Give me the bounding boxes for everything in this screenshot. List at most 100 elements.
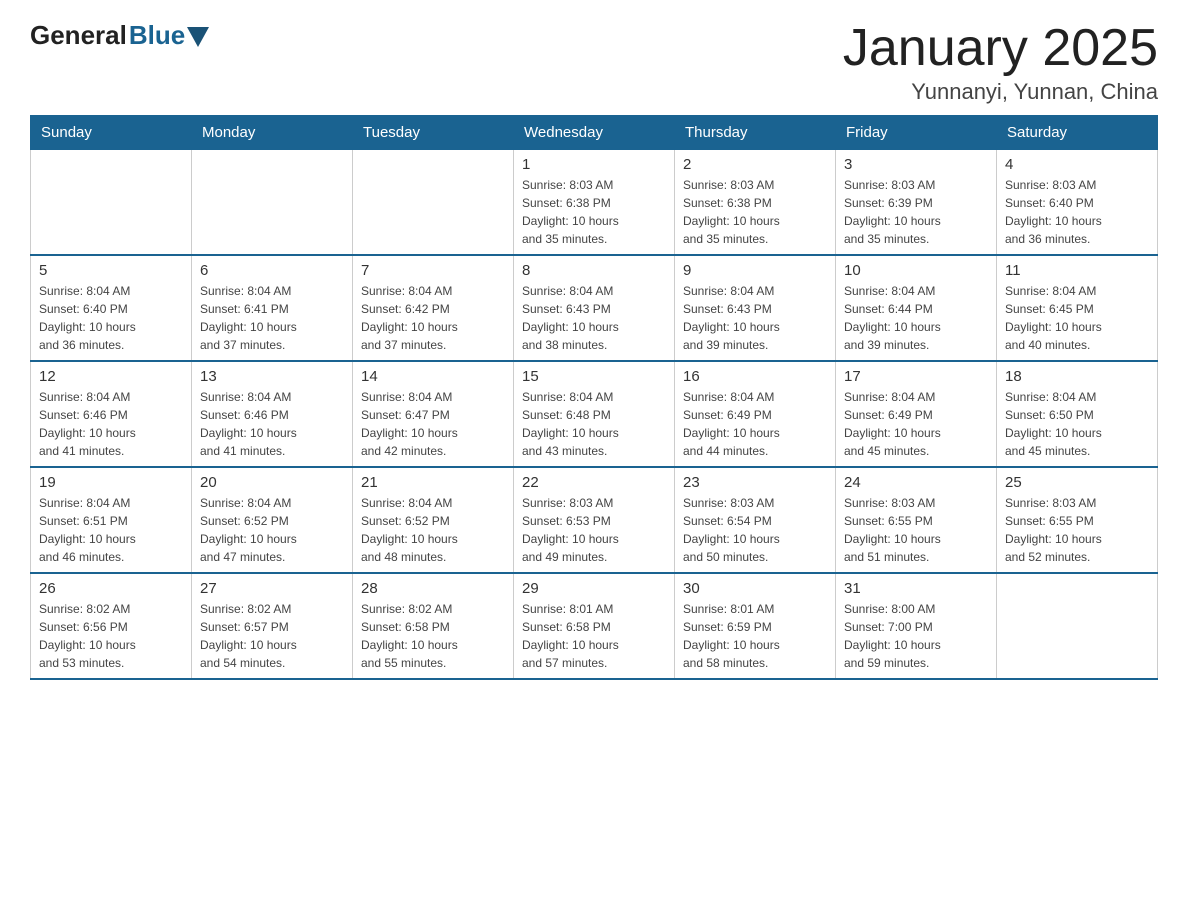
day-info: Sunrise: 8:04 AMSunset: 6:46 PMDaylight:… (39, 388, 183, 460)
day-info: Sunrise: 8:03 AMSunset: 6:38 PMDaylight:… (683, 176, 827, 248)
calendar-cell: 21 Sunrise: 8:04 AMSunset: 6:52 PMDayligh… (353, 467, 514, 573)
calendar-cell: 11 Sunrise: 8:04 AMSunset: 6:45 PMDayligh… (997, 255, 1158, 361)
day-info: Sunrise: 8:02 AMSunset: 6:56 PMDaylight:… (39, 600, 183, 672)
title-block: January 2025 Yunnanyi, Yunnan, China (843, 20, 1158, 105)
calendar-cell: 18 Sunrise: 8:04 AMSunset: 6:50 PMDayligh… (997, 361, 1158, 467)
day-number: 18 (1005, 368, 1149, 385)
calendar-cell: 24 Sunrise: 8:03 AMSunset: 6:55 PMDayligh… (836, 467, 997, 573)
calendar-week-row: 19 Sunrise: 8:04 AMSunset: 6:51 PMDayligh… (31, 467, 1158, 573)
day-info: Sunrise: 8:04 AMSunset: 6:44 PMDaylight:… (844, 282, 988, 354)
calendar-cell: 26 Sunrise: 8:02 AMSunset: 6:56 PMDayligh… (31, 573, 192, 679)
calendar-cell: 29 Sunrise: 8:01 AMSunset: 6:58 PMDayligh… (514, 573, 675, 679)
day-of-week-header: Monday (192, 116, 353, 150)
day-info: Sunrise: 8:04 AMSunset: 6:47 PMDaylight:… (361, 388, 505, 460)
logo: General Blue (30, 20, 209, 51)
day-info: Sunrise: 8:01 AMSunset: 6:59 PMDaylight:… (683, 600, 827, 672)
logo-general-text: General (30, 20, 127, 51)
logo-triangle-icon (187, 27, 209, 49)
month-title: January 2025 (843, 20, 1158, 77)
day-number: 12 (39, 368, 183, 385)
day-info: Sunrise: 8:04 AMSunset: 6:43 PMDaylight:… (683, 282, 827, 354)
calendar-cell: 12 Sunrise: 8:04 AMSunset: 6:46 PMDayligh… (31, 361, 192, 467)
day-number: 7 (361, 262, 505, 279)
calendar-cell: 16 Sunrise: 8:04 AMSunset: 6:49 PMDayligh… (675, 361, 836, 467)
day-info: Sunrise: 8:04 AMSunset: 6:42 PMDaylight:… (361, 282, 505, 354)
day-info: Sunrise: 8:03 AMSunset: 6:54 PMDaylight:… (683, 494, 827, 566)
logo-icon-wrapper: Blue (127, 20, 209, 51)
day-number: 26 (39, 580, 183, 597)
day-info: Sunrise: 8:03 AMSunset: 6:38 PMDaylight:… (522, 176, 666, 248)
day-number: 21 (361, 474, 505, 491)
calendar-cell: 20 Sunrise: 8:04 AMSunset: 6:52 PMDayligh… (192, 467, 353, 573)
calendar-cell: 3Sunrise: 8:03 AMSunset: 6:39 PMDaylight… (836, 150, 997, 256)
day-number: 19 (39, 474, 183, 491)
day-info: Sunrise: 8:02 AMSunset: 6:58 PMDaylight:… (361, 600, 505, 672)
day-number: 28 (361, 580, 505, 597)
day-info: Sunrise: 8:04 AMSunset: 6:50 PMDaylight:… (1005, 388, 1149, 460)
day-info: Sunrise: 8:04 AMSunset: 6:51 PMDaylight:… (39, 494, 183, 566)
day-info: Sunrise: 8:04 AMSunset: 6:40 PMDaylight:… (39, 282, 183, 354)
calendar-week-row: 12 Sunrise: 8:04 AMSunset: 6:46 PMDayligh… (31, 361, 1158, 467)
day-info: Sunrise: 8:04 AMSunset: 6:43 PMDaylight:… (522, 282, 666, 354)
day-info: Sunrise: 8:04 AMSunset: 6:45 PMDaylight:… (1005, 282, 1149, 354)
day-number: 17 (844, 368, 988, 385)
day-info: Sunrise: 8:04 AMSunset: 6:49 PMDaylight:… (844, 388, 988, 460)
day-of-week-header: Thursday (675, 116, 836, 150)
day-of-week-header: Sunday (31, 116, 192, 150)
day-info: Sunrise: 8:04 AMSunset: 6:41 PMDaylight:… (200, 282, 344, 354)
calendar-cell: 7 Sunrise: 8:04 AMSunset: 6:42 PMDaylight… (353, 255, 514, 361)
calendar-cell: 27 Sunrise: 8:02 AMSunset: 6:57 PMDayligh… (192, 573, 353, 679)
calendar-cell: 14Sunrise: 8:04 AMSunset: 6:47 PMDayligh… (353, 361, 514, 467)
day-number: 5 (39, 262, 183, 279)
day-info: Sunrise: 8:01 AMSunset: 6:58 PMDaylight:… (522, 600, 666, 672)
day-info: Sunrise: 8:04 AMSunset: 6:52 PMDaylight:… (361, 494, 505, 566)
calendar-cell: 23 Sunrise: 8:03 AMSunset: 6:54 PMDayligh… (675, 467, 836, 573)
header-row: SundayMondayTuesdayWednesdayThursdayFrid… (31, 116, 1158, 150)
calendar-cell: 4Sunrise: 8:03 AMSunset: 6:40 PMDaylight… (997, 150, 1158, 256)
calendar-body: 1 Sunrise: 8:03 AMSunset: 6:38 PMDaylight… (31, 150, 1158, 680)
calendar-cell: 8 Sunrise: 8:04 AMSunset: 6:43 PMDaylight… (514, 255, 675, 361)
day-info: Sunrise: 8:03 AMSunset: 6:55 PMDaylight:… (844, 494, 988, 566)
logo-blue-text: Blue (129, 20, 185, 51)
day-info: Sunrise: 8:04 AMSunset: 6:52 PMDaylight:… (200, 494, 344, 566)
day-info: Sunrise: 8:03 AMSunset: 6:39 PMDaylight:… (844, 176, 988, 248)
calendar-cell (192, 150, 353, 256)
day-number: 10 (844, 262, 988, 279)
page-header: General Blue January 2025 Yunnanyi, Yunn… (30, 20, 1158, 105)
calendar-cell: 25Sunrise: 8:03 AMSunset: 6:55 PMDayligh… (997, 467, 1158, 573)
calendar-week-row: 1 Sunrise: 8:03 AMSunset: 6:38 PMDaylight… (31, 150, 1158, 256)
day-number: 6 (200, 262, 344, 279)
day-number: 15 (522, 368, 666, 385)
calendar-table: SundayMondayTuesdayWednesdayThursdayFrid… (30, 115, 1158, 680)
day-number: 16 (683, 368, 827, 385)
day-info: Sunrise: 8:00 AMSunset: 7:00 PMDaylight:… (844, 600, 988, 672)
day-number: 25 (1005, 474, 1149, 491)
day-number: 1 (522, 156, 666, 173)
calendar-cell: 28 Sunrise: 8:02 AMSunset: 6:58 PMDayligh… (353, 573, 514, 679)
calendar-cell (353, 150, 514, 256)
calendar-cell (31, 150, 192, 256)
day-info: Sunrise: 8:04 AMSunset: 6:49 PMDaylight:… (683, 388, 827, 460)
day-number: 23 (683, 474, 827, 491)
day-number: 8 (522, 262, 666, 279)
day-number: 27 (200, 580, 344, 597)
calendar-cell: 13Sunrise: 8:04 AMSunset: 6:46 PMDayligh… (192, 361, 353, 467)
day-info: Sunrise: 8:02 AMSunset: 6:57 PMDaylight:… (200, 600, 344, 672)
calendar-cell: 10 Sunrise: 8:04 AMSunset: 6:44 PMDayligh… (836, 255, 997, 361)
day-number: 30 (683, 580, 827, 597)
calendar-cell: 5 Sunrise: 8:04 AMSunset: 6:40 PMDaylight… (31, 255, 192, 361)
calendar-cell: 1 Sunrise: 8:03 AMSunset: 6:38 PMDaylight… (514, 150, 675, 256)
day-number: 29 (522, 580, 666, 597)
day-number: 24 (844, 474, 988, 491)
calendar-cell: 9 Sunrise: 8:04 AMSunset: 6:43 PMDaylight… (675, 255, 836, 361)
day-info: Sunrise: 8:03 AMSunset: 6:53 PMDaylight:… (522, 494, 666, 566)
calendar-cell: 30 Sunrise: 8:01 AMSunset: 6:59 PMDayligh… (675, 573, 836, 679)
calendar-cell: 6 Sunrise: 8:04 AMSunset: 6:41 PMDaylight… (192, 255, 353, 361)
day-of-week-header: Friday (836, 116, 997, 150)
calendar-cell: 17 Sunrise: 8:04 AMSunset: 6:49 PMDayligh… (836, 361, 997, 467)
day-number: 11 (1005, 262, 1149, 279)
day-number: 20 (200, 474, 344, 491)
day-of-week-header: Tuesday (353, 116, 514, 150)
day-info: Sunrise: 8:04 AMSunset: 6:48 PMDaylight:… (522, 388, 666, 460)
day-number: 9 (683, 262, 827, 279)
